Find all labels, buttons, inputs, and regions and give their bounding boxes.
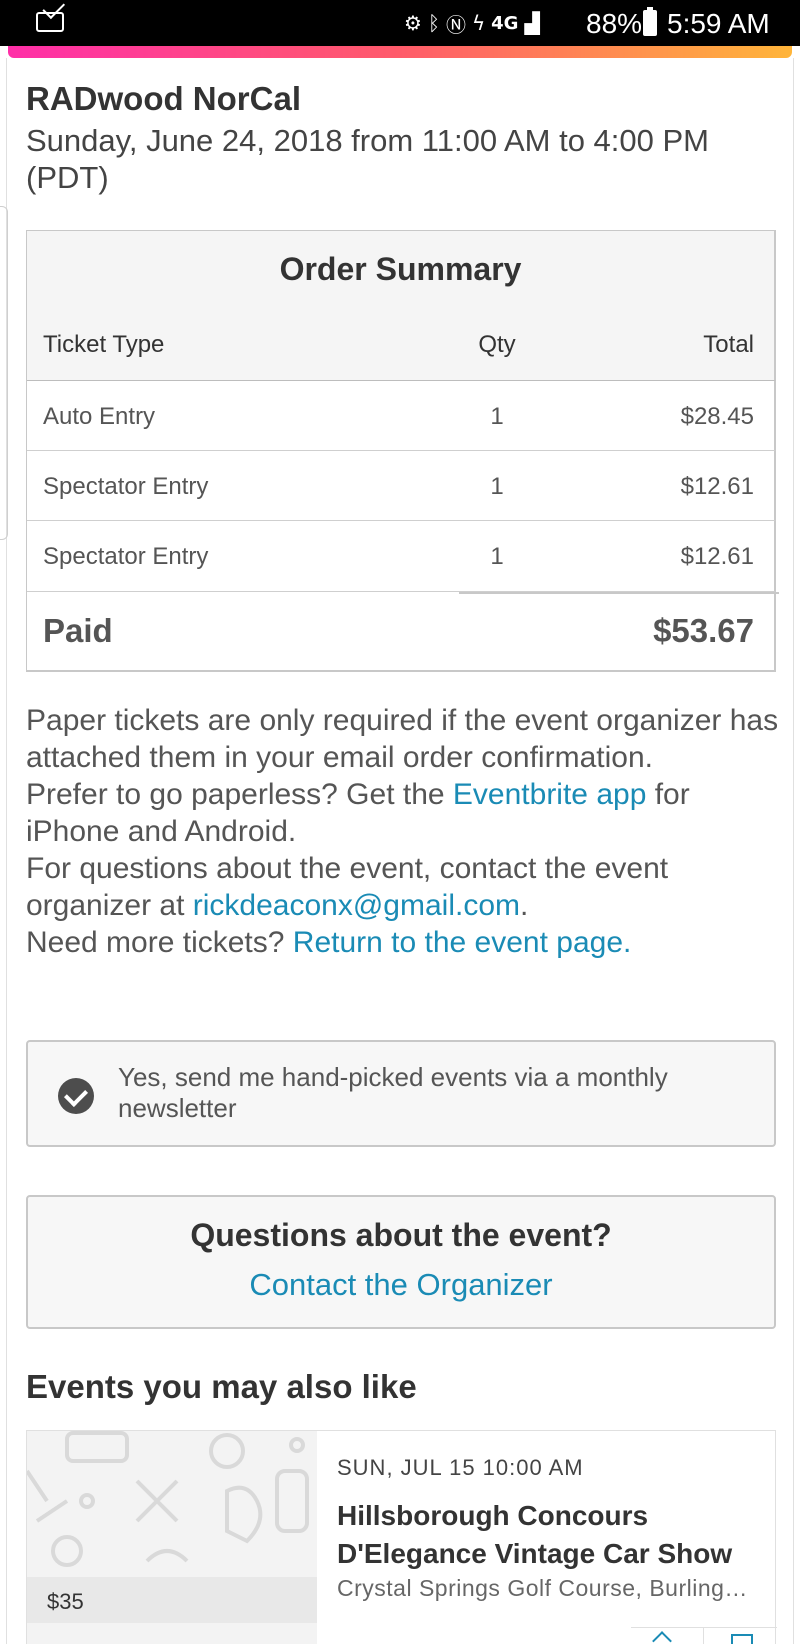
card-title[interactable]: Hillsborough Concours D'Elegance Vintage…	[337, 1497, 757, 1573]
ticket-info-text: Paper tickets are only required if the e…	[26, 702, 786, 961]
nfc-icon: Ⓝ	[445, 12, 466, 37]
more-tickets-text: Need more tickets?	[26, 926, 293, 959]
card-venue: Crystal Springs Golf Course, Burlingame,…	[337, 1575, 757, 1601]
questions-title: Questions about the event?	[190, 1217, 612, 1253]
more-tickets-note: Need more tickets? Return to the event p…	[26, 924, 786, 961]
table-row: Spectator Entry 1 $12.61	[27, 521, 776, 591]
android-icon: ⚙	[404, 11, 422, 35]
newsletter-label: Yes, send me hand-picked events via a mo…	[118, 1062, 668, 1123]
share-icon[interactable]	[652, 1631, 672, 1644]
checkmark-circle-icon[interactable]	[58, 1078, 94, 1114]
paperless-note: Prefer to go paperless? Get the Eventbri…	[26, 776, 786, 850]
side-tab-handle[interactable]	[0, 206, 8, 540]
paid-amount: $53.67	[653, 612, 754, 649]
questions-box: Questions about the event? Contact the O…	[26, 1195, 776, 1329]
qty-cell: 1	[490, 473, 504, 500]
suggested-events-heading: Events you may also like	[26, 1368, 417, 1405]
card-date: SUN, JUL 15 10:00 AM	[337, 1455, 584, 1480]
card-actions	[631, 1627, 777, 1644]
status-icons: ⚙ ᛒ Ⓝ ϟ 4G ▟	[404, 8, 540, 38]
newsletter-optin[interactable]: Yes, send me hand-picked events via a mo…	[26, 1040, 776, 1147]
order-summary-header: Order Summary Ticket Type Qty Total	[27, 231, 776, 381]
event-card[interactable]: $35 SUN, JUL 15 10:00 AM Hillsborough Co…	[26, 1430, 777, 1644]
battery-percent: 88%	[586, 8, 643, 39]
column-header-ticket-type: Ticket Type	[43, 331, 165, 358]
bluetooth-icon: ᛒ	[427, 11, 440, 35]
ticket-type-cell: Spectator Entry	[43, 473, 209, 500]
paper-tickets-note: Paper tickets are only required if the e…	[26, 704, 779, 774]
contact-note: For questions about the event, contact t…	[26, 850, 786, 924]
column-header-total: Total	[703, 331, 754, 358]
clock: 5:59 AM	[667, 8, 770, 39]
column-header-qty: Qty	[478, 331, 516, 358]
ticket-type-cell: Spectator Entry	[43, 543, 209, 570]
eventbrite-app-link[interactable]: Eventbrite app	[453, 778, 646, 811]
data-saver-icon: ϟ	[471, 11, 486, 35]
ticket-type-cell: Auto Entry	[43, 403, 156, 430]
order-summary-title: Order Summary	[279, 251, 522, 287]
table-row: Auto Entry 1 $28.45	[27, 381, 776, 451]
table-row: Spectator Entry 1 $12.61	[27, 451, 776, 521]
bookmark-icon[interactable]	[731, 1634, 753, 1644]
network-type-label: 4G	[491, 12, 519, 34]
qty-cell: 1	[490, 403, 504, 430]
contact-organizer-link[interactable]: Contact the Organizer	[28, 1267, 774, 1303]
price-badge: $35	[27, 1577, 317, 1623]
qty-cell: 1	[490, 543, 504, 570]
signal-icon: ▟	[524, 11, 540, 35]
status-bar: ⚙ ᛒ Ⓝ ϟ 4G ▟ 88% 5:59 AM	[0, 0, 800, 46]
mail-notification-icon	[36, 12, 64, 32]
paperless-text: Prefer to go paperless? Get the	[26, 778, 453, 811]
total-cell: $28.45	[680, 403, 754, 430]
total-cell: $12.61	[680, 473, 754, 500]
contact-text-end: .	[520, 889, 529, 922]
organizer-email-link[interactable]: rickdeaconx@gmail.com	[193, 889, 520, 922]
total-divider	[459, 592, 779, 594]
battery-icon	[643, 7, 657, 36]
paid-label: Paid	[43, 612, 113, 649]
event-image-placeholder: $35	[27, 1431, 317, 1644]
total-cell: $12.61	[680, 543, 754, 570]
brand-gradient-band	[8, 46, 792, 58]
paid-row: Paid $53.67	[27, 591, 779, 671]
event-date: Sunday, June 24, 2018 from 11:00 AM to 4…	[26, 123, 709, 195]
order-summary-table: Order Summary Ticket Type Qty Total Auto…	[26, 230, 779, 672]
return-to-event-link[interactable]: Return to the event page.	[293, 926, 632, 959]
event-title: RADwood NorCal	[26, 80, 301, 117]
actions-divider	[703, 1628, 704, 1644]
